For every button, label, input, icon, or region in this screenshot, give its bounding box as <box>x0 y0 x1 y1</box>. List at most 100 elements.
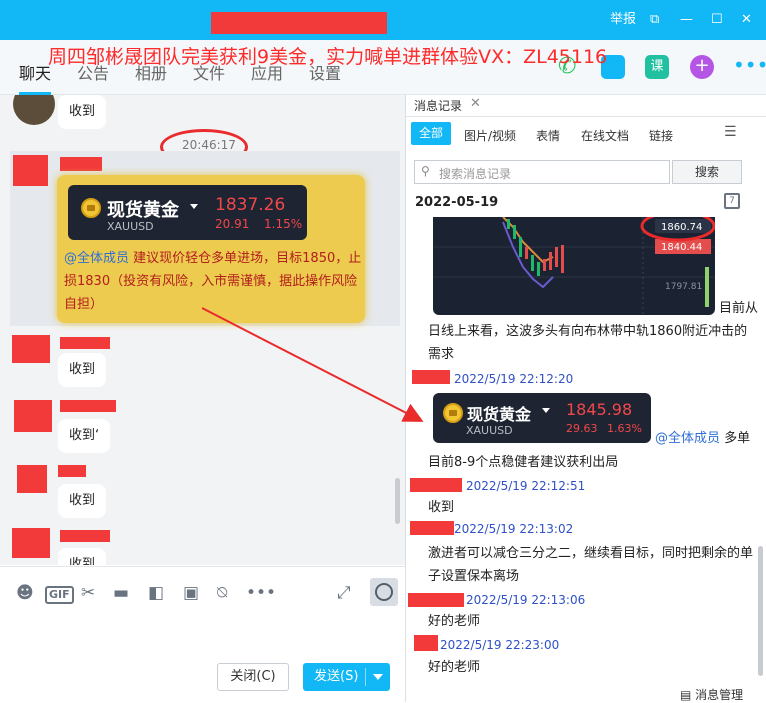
mention-all[interactable]: @全体成员 <box>655 431 720 446</box>
avatar <box>13 155 48 186</box>
search-button[interactable]: 搜索 <box>672 160 742 184</box>
message-text: 激进者可以减仓三分之二，继续看目标，同时把剩余的单子设置保本离场 <box>428 546 754 584</box>
history-tab-header: 消息记录 ✕ <box>406 95 766 117</box>
search-placeholder: 搜索消息记录 <box>439 167 512 181</box>
chat-scrollbar[interactable] <box>395 478 400 524</box>
search-icon: ⚲ <box>421 164 430 178</box>
filter-docs[interactable]: 在线文档 <box>581 127 629 144</box>
gold-coin-icon <box>81 198 101 218</box>
history-scrollbar[interactable] <box>758 546 763 676</box>
chevron-down-icon[interactable] <box>373 674 383 680</box>
message-time: 2022/5/19 22:13:06 <box>466 593 586 607</box>
avatar <box>12 528 50 558</box>
history-clock-button[interactable] <box>370 578 398 606</box>
message-time: 2022/5/19 22:13:02 <box>454 522 574 536</box>
sender-name <box>60 157 102 171</box>
filter-media[interactable]: 图片/视频 <box>464 127 516 144</box>
gold-price-card[interactable]: 现货黄金 XAUUSD 1837.26 20.91 1.15% <box>68 185 307 240</box>
message-text: @全体成员 多单 <box>655 427 750 450</box>
expand-icon[interactable]: ⤢ <box>337 583 351 603</box>
scissors-icon[interactable]: ✂ <box>81 583 95 603</box>
chevron-down-icon <box>542 408 550 413</box>
minimize-button[interactable]: — <box>680 10 693 30</box>
chevron-down-icon <box>190 204 198 209</box>
mention-suffix: 多单 <box>720 431 751 446</box>
message-text: 目前8-9个点稳健者建议获利出局 <box>428 455 619 470</box>
send-label: 发送(S) <box>314 669 359 684</box>
manage-icon: ▤ <box>680 688 696 702</box>
message-text: @全体成员 建议现价轻仓多单进场，目标1850，止损1830（投资有风险，入市需… <box>64 247 364 316</box>
filter-stickers[interactable]: 表情 <box>536 127 560 144</box>
sender-name <box>60 337 110 349</box>
avatar <box>13 95 55 125</box>
gold-symbol: XAUUSD <box>107 220 154 233</box>
emoji-icon[interactable]: ☻ <box>16 583 34 603</box>
send-button[interactable]: 发送(S) <box>303 663 390 691</box>
avatar <box>14 400 52 432</box>
more-icon[interactable]: ••• <box>733 55 766 79</box>
gold-change-percent: 1.63% <box>607 422 642 435</box>
chart-label: 1797.81 <box>665 282 702 292</box>
avatar <box>17 465 47 493</box>
message-text: 好的老师 <box>428 660 481 675</box>
maximize-button[interactable]: ☐ <box>711 10 723 30</box>
calendar-icon[interactable]: 7 <box>724 193 740 209</box>
promo-banner: 周四邹彬晟团队完美获利9美金，实力喊单进群体验VX：ZL45116 <box>48 46 608 68</box>
gif-icon[interactable]: GIF <box>45 586 74 604</box>
folder-icon[interactable]: ▬ <box>113 583 129 603</box>
send-separator <box>365 668 366 686</box>
search-input[interactable]: ⚲ 搜索消息记录 <box>414 160 670 184</box>
message-bubble: 收到 <box>58 95 107 129</box>
chat-pane: 收到 20:46:17 现货黄金 XAUUSD 1837.26 20.91 1.… <box>0 95 405 565</box>
gold-change: 29.63 <box>566 422 598 435</box>
history-date: 2022-05-19 <box>415 195 499 210</box>
more-tools-icon[interactable]: ••• <box>246 583 276 603</box>
chart-image[interactable]: 1860.74 1840.44 1797.81 <box>433 217 715 315</box>
message-manage-button[interactable]: ▤ 消息管理 <box>680 686 743 703</box>
redacted-title <box>211 12 387 34</box>
clock-icon <box>375 583 393 601</box>
sender-name <box>408 593 464 607</box>
filter-settings-icon[interactable]: ☰ <box>724 124 737 140</box>
title-bar: 举报 ⧉ — ☐ ✕ <box>0 0 766 40</box>
avatar <box>414 635 438 651</box>
mention-all[interactable]: @全体成员 <box>64 251 129 266</box>
close-icon[interactable]: ✕ <box>470 96 481 111</box>
message-bubble: 收到 <box>58 548 107 565</box>
sender-name <box>60 530 110 542</box>
message-time: 2022/5/19 22:23:00 <box>440 638 560 652</box>
message-text: 收到 <box>428 500 455 515</box>
message-text: 日线上来看，这波多头有向布林带中轨1860附近冲击的需求 <box>428 324 748 362</box>
sender-name <box>60 400 116 412</box>
history-tab[interactable]: 消息记录 <box>414 97 462 114</box>
sender-name <box>58 465 86 477</box>
chart-label: 1840.44 <box>661 242 702 253</box>
image-icon[interactable]: ▣ <box>183 583 199 603</box>
gold-price-card[interactable]: 现货黄金 XAUUSD 1845.98 29.63 1.63% <box>433 393 651 443</box>
tab-chat[interactable]: 聊天 <box>19 60 51 84</box>
restore-icon[interactable]: ⧉ <box>650 10 659 30</box>
gold-name: 现货黄金 <box>467 405 532 424</box>
candlestick-chart: 1860.74 1840.44 1797.81 <box>433 217 715 315</box>
chart-label: 1860.74 <box>661 222 702 233</box>
message-bubble: 收到‘ <box>58 419 111 453</box>
add-app-icon[interactable]: + <box>690 55 714 79</box>
message-time: 2022/5/19 22:12:51 <box>466 479 586 493</box>
sender-name <box>410 478 462 492</box>
filter-all[interactable]: 全部 <box>411 122 451 145</box>
message-bubble: 收到 <box>58 484 107 518</box>
message-bubble: 收到 <box>58 353 107 387</box>
message-text: 目前从 <box>719 301 759 316</box>
gold-change: 20.91 <box>215 217 250 231</box>
report-button[interactable]: 举报 <box>610 10 636 30</box>
close-button[interactable]: 关闭(C) <box>217 663 289 691</box>
filter-links[interactable]: 链接 <box>649 127 673 144</box>
mute-bell-icon[interactable]: ⍉ <box>217 583 227 603</box>
gold-change-percent: 1.15% <box>264 217 303 231</box>
class-icon[interactable]: 课 <box>645 55 669 79</box>
doc-icon[interactable]: ◧ <box>148 583 164 603</box>
manage-label: 消息管理 <box>695 688 744 702</box>
avatar <box>12 335 50 363</box>
close-window-button[interactable]: ✕ <box>741 10 752 30</box>
sender-name <box>412 370 450 384</box>
